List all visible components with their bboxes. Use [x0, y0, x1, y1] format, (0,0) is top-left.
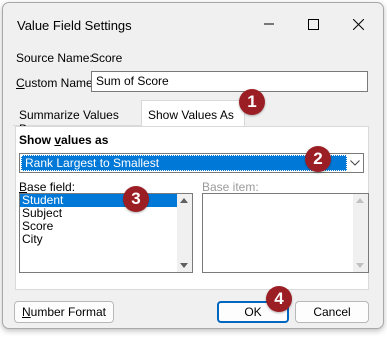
- maximize-icon: [307, 18, 319, 30]
- value-field-settings-dialog: Value Field Settings Source Name: Score …: [2, 2, 384, 329]
- minimize-icon: [264, 23, 274, 25]
- list-item[interactable]: City: [20, 233, 192, 246]
- number-format-button[interactable]: Number Format: [14, 301, 114, 323]
- close-icon: [352, 18, 364, 30]
- chevron-down-icon[interactable]: [347, 154, 363, 172]
- custom-name-value: Sum of Score: [96, 74, 169, 88]
- base-field-list[interactable]: Student Subject Score City: [19, 193, 193, 273]
- tab-show-values-as[interactable]: Show Values As: [141, 100, 245, 127]
- show-values-as-selected: Rank Largest to Smallest: [21, 155, 347, 171]
- custom-name-label: Custom Name:: [16, 76, 97, 90]
- callout-badge-1: 1: [239, 89, 265, 115]
- maximize-button[interactable]: [291, 9, 335, 39]
- custom-name-input[interactable]: Sum of Score: [91, 71, 368, 92]
- source-name-value: Score: [91, 51, 123, 65]
- callout-badge-4: 4: [266, 286, 292, 312]
- title-bar: Value Field Settings: [3, 3, 383, 41]
- scroll-down-arrow-icon[interactable]: [356, 263, 364, 268]
- cancel-button[interactable]: Cancel: [295, 301, 369, 323]
- source-name-label: Source Name:: [16, 51, 93, 65]
- close-button[interactable]: [336, 9, 380, 39]
- base-item-label: Base item:: [202, 180, 259, 194]
- scroll-down-arrow-icon[interactable]: [180, 263, 188, 268]
- list-item[interactable]: Score: [20, 220, 192, 233]
- scroll-up-arrow-icon[interactable]: [356, 198, 364, 203]
- base-field-label: Base field:: [19, 180, 76, 194]
- base-item-list[interactable]: [202, 193, 369, 273]
- callout-badge-2: 2: [305, 146, 331, 172]
- tab-summarize-values-by[interactable]: Summarize Values By: [13, 104, 141, 136]
- callout-badge-3: 3: [123, 186, 149, 212]
- base-item-scrollbar[interactable]: [353, 194, 368, 272]
- window-title: Value Field Settings: [17, 18, 132, 33]
- base-field-scrollbar[interactable]: [177, 194, 192, 272]
- minimize-button[interactable]: [247, 9, 291, 39]
- show-values-as-label: Show values as: [19, 133, 109, 147]
- scroll-up-arrow-icon[interactable]: [180, 198, 188, 203]
